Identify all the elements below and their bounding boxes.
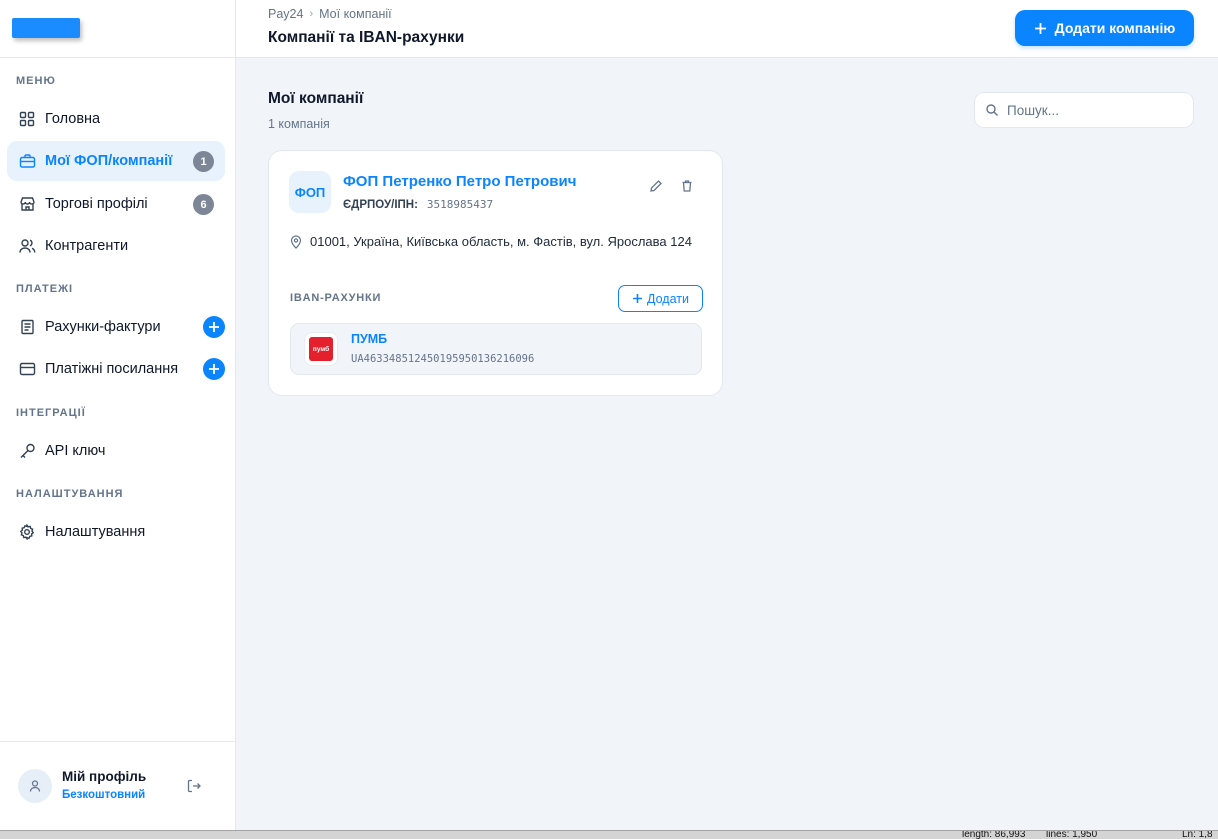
logout-icon[interactable] — [186, 778, 202, 794]
sidebar-item-label: Торгові профілі — [45, 196, 148, 212]
bank-logo: пумб — [309, 337, 333, 361]
document-icon — [18, 318, 36, 336]
store-icon — [18, 195, 36, 213]
page-title: Компанії та IBAN-рахунки — [268, 29, 465, 46]
sidebar: МЕНЮ Головна Мої ФОП/компанії 1 Торгові … — [0, 0, 236, 830]
status-lines: lines: 1,950 — [1046, 830, 1098, 839]
sidebar-item-payment-links[interactable]: Платіжні посилання — [7, 349, 225, 389]
sidebar-item-companies[interactable]: Мої ФОП/компанії 1 — [7, 141, 225, 181]
sidebar-item-label: Рахунки-фактури — [45, 319, 161, 335]
avatar[interactable] — [18, 769, 52, 803]
company-avatar: ФОП — [289, 171, 331, 213]
company-count: 1 компанія — [268, 117, 330, 131]
search-icon — [985, 103, 999, 117]
plus-icon — [1034, 22, 1046, 34]
status-length: length: 86,993 — [962, 830, 1026, 839]
sidebar-item-api-key[interactable]: API ключ — [7, 431, 225, 471]
search-box[interactable] — [974, 92, 1194, 128]
plus-icon — [633, 294, 643, 303]
company-address: 01001, Україна, Київська область, м. Фас… — [310, 234, 692, 249]
profile-plan: Безкоштовний — [62, 789, 146, 801]
company-edrpou: ЄДРПОУ/ІПН: 3518985437 — [343, 198, 493, 211]
gear-icon — [18, 523, 36, 541]
count-badge: 6 — [193, 194, 214, 215]
sidebar-item-label: Платіжні посилання — [45, 361, 179, 377]
sidebar-item-label: Контрагенти — [45, 238, 129, 254]
sidebar-item-label: Головна — [45, 111, 101, 127]
add-payment-link-button[interactable] — [203, 358, 225, 380]
add-company-label: Додати компанію — [1054, 20, 1176, 36]
search-input[interactable] — [1007, 102, 1187, 118]
breadcrumb-item: Мої компанії — [319, 7, 392, 21]
divider — [0, 741, 236, 742]
app-logo[interactable] — [12, 18, 80, 38]
top-header: Pay24 › Мої компанії Компанії та IBAN-ра… — [236, 0, 1218, 58]
edrpou-label: ЄДРПОУ/ІПН: — [343, 199, 418, 211]
add-company-button[interactable]: Додати компанію — [1015, 10, 1194, 46]
iban-number: UA463348512450195950136216096 — [351, 353, 535, 365]
sidebar-item-label: Мої ФОП/компанії — [45, 153, 173, 169]
breadcrumb-item[interactable]: Pay24 — [268, 7, 303, 21]
status-ln: Ln: 1,8 — [1182, 830, 1213, 839]
add-invoice-button[interactable] — [203, 316, 225, 338]
company-card: ФОП ФОП Петренко Петро Петрович ЄДРПОУ/І… — [268, 150, 723, 396]
grid-icon — [18, 110, 36, 128]
sidebar-item-label: Налаштування — [45, 524, 146, 540]
section-title: Мої компанії — [268, 90, 364, 107]
bank-name: ПУМБ — [351, 332, 388, 346]
section-label-payments: ПЛАТЕЖІ — [16, 283, 74, 295]
add-iban-label: Додати — [647, 291, 689, 306]
location-pin-icon — [290, 235, 302, 249]
chevron-right-icon: › — [309, 8, 314, 20]
sidebar-item-settings[interactable]: Налаштування — [7, 512, 225, 552]
status-bar: length: 86,993 lines: 1,950 Ln: 1,8 — [0, 830, 1218, 839]
bank-logo-frame: пумб — [304, 332, 338, 366]
edrpou-value: 3518985437 — [426, 198, 494, 211]
sidebar-item-home[interactable]: Головна — [7, 99, 225, 139]
iban-section-label: IBAN-РАХУНКИ — [290, 292, 382, 304]
sidebar-item-invoices[interactable]: Рахунки-фактури — [7, 307, 225, 347]
sidebar-item-label: API ключ — [45, 443, 106, 459]
divider — [0, 57, 236, 58]
sidebar-item-contractors[interactable]: Контрагенти — [7, 226, 225, 266]
section-label-integrations: ІНТЕГРАЦІЇ — [16, 407, 86, 419]
iban-account-row[interactable]: пумб ПУМБ UA463348512450195950136216096 — [290, 323, 702, 375]
card-icon — [18, 360, 36, 378]
key-icon — [18, 442, 36, 460]
profile-name[interactable]: Мій профіль — [62, 769, 146, 784]
company-name-link[interactable]: ФОП Петренко Петро Петрович — [343, 173, 576, 190]
section-label-settings: НАЛАШТУВАННЯ — [16, 488, 124, 500]
add-iban-button[interactable]: Додати — [618, 285, 703, 312]
section-label-menu: МЕНЮ — [16, 75, 56, 87]
trash-icon[interactable] — [680, 179, 695, 194]
users-icon — [18, 237, 36, 255]
briefcase-icon — [18, 152, 36, 170]
edit-icon[interactable] — [649, 179, 664, 194]
count-badge: 1 — [193, 151, 214, 172]
breadcrumb: Pay24 › Мої компанії — [268, 7, 392, 21]
sidebar-item-trade-profiles[interactable]: Торгові профілі 6 — [7, 184, 225, 224]
